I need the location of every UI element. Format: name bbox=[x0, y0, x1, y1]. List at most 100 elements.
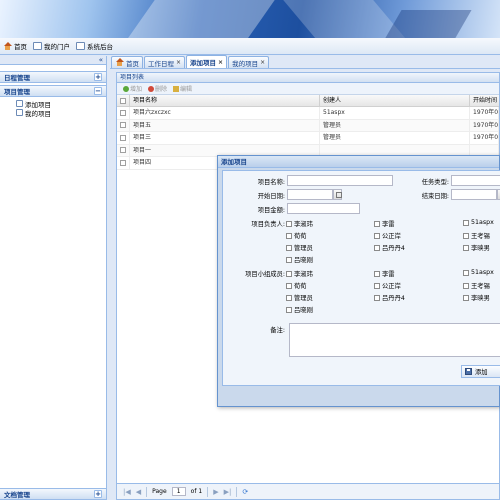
column-header-start[interactable]: 开始时间 bbox=[470, 95, 499, 106]
nav-home[interactable]: 首页 bbox=[3, 41, 27, 51]
close-icon[interactable]: × bbox=[218, 59, 223, 66]
team-checkbox[interactable]: 荀荀 bbox=[286, 281, 307, 290]
accordion-documents[interactable]: 文档管理 + bbox=[0, 488, 106, 500]
collapse-icon[interactable]: − bbox=[94, 87, 102, 95]
leader-checkbox[interactable]: 荀荀 bbox=[286, 231, 307, 240]
table-row[interactable]: 项目六zxczxc 51aspx 1970年01 bbox=[117, 107, 499, 120]
cell-name: 项目三 bbox=[130, 132, 320, 144]
close-icon[interactable]: × bbox=[260, 59, 265, 66]
toolbar-separator bbox=[146, 486, 148, 497]
toolbar-separator bbox=[236, 486, 238, 497]
checkbox-label: 51aspx bbox=[471, 269, 494, 276]
checkbox-label: 公正岸 bbox=[382, 283, 401, 290]
nav-admin[interactable]: 系统后台 bbox=[76, 41, 113, 51]
select-all-checkbox[interactable] bbox=[117, 95, 130, 106]
last-page-icon[interactable]: ▶| bbox=[224, 488, 232, 496]
leader-checkbox[interactable]: 吕晓刚 bbox=[286, 255, 313, 264]
next-page-icon[interactable]: ▶ bbox=[213, 488, 218, 496]
leader-checkbox[interactable]: 管理员 bbox=[286, 243, 313, 252]
end-date-input[interactable] bbox=[451, 189, 497, 200]
tab-home[interactable]: 首页 bbox=[111, 56, 143, 68]
tab-label: 我的项目 bbox=[232, 59, 259, 68]
row-checkbox[interactable] bbox=[117, 132, 130, 144]
team-checkbox[interactable]: 李淑玮 bbox=[286, 269, 313, 278]
column-header-name[interactable]: 项目名称 bbox=[130, 95, 320, 106]
tab-label: 首页 bbox=[126, 59, 139, 68]
accordion-schedule-title: 日程管理 bbox=[4, 74, 30, 82]
expand-icon[interactable]: + bbox=[94, 490, 102, 498]
leader-checkbox[interactable]: 王考锡 bbox=[463, 231, 490, 240]
row-checkbox[interactable] bbox=[117, 107, 130, 119]
delete-button[interactable]: 删除 bbox=[148, 84, 167, 93]
team-checkbox[interactable]: 公正岸 bbox=[374, 281, 401, 290]
nav-portal-label: 我的门户 bbox=[44, 43, 70, 51]
cell-creator: 管理员 bbox=[320, 119, 470, 131]
collapse-arrow-icon[interactable]: « bbox=[99, 56, 103, 65]
remark-label: 备注: bbox=[270, 327, 285, 334]
leader-checkbox[interactable]: 李雷 bbox=[374, 219, 395, 228]
leader-checkbox[interactable]: 李映男 bbox=[463, 243, 490, 252]
expand-icon[interactable]: + bbox=[94, 73, 102, 81]
team-checkbox[interactable]: 管理员 bbox=[286, 293, 313, 302]
project-name-input[interactable] bbox=[287, 175, 393, 186]
checkbox-label: 王考锡 bbox=[471, 233, 490, 240]
paging-toolbar: |◀ ◀ Page of 1 ▶ ▶| ⟳ bbox=[117, 483, 499, 499]
checkbox-label: 李雷 bbox=[382, 271, 395, 278]
leader-checkbox[interactable]: 51aspx bbox=[463, 219, 494, 226]
save-icon bbox=[465, 368, 472, 375]
task-type-select[interactable] bbox=[451, 175, 500, 186]
page-number-input[interactable] bbox=[171, 487, 186, 496]
submit-add-button[interactable]: 添加 bbox=[461, 365, 500, 378]
tab-my-projects[interactable]: 我的项目 × bbox=[228, 56, 270, 68]
table-row[interactable]: 项目三 管理员 1970年01 bbox=[117, 132, 499, 145]
row-checkbox[interactable] bbox=[117, 157, 130, 169]
calendar-icon[interactable] bbox=[333, 189, 342, 200]
accordion-project-title: 项目管理 bbox=[4, 88, 30, 96]
grid-header: 项目名称 创建人 开始时间 bbox=[117, 95, 499, 107]
task-type-label: 任务类型: bbox=[421, 179, 449, 186]
tree-item-label: 我的项目 bbox=[25, 109, 51, 118]
column-header-creator[interactable]: 创建人 bbox=[320, 95, 470, 106]
team-checkbox[interactable]: 李雷 bbox=[374, 269, 395, 278]
delete-icon bbox=[148, 85, 155, 92]
dialog-title[interactable]: 添加项目 bbox=[218, 156, 499, 168]
row-checkbox[interactable] bbox=[117, 119, 130, 131]
leader-checkbox[interactable]: 李淑玮 bbox=[286, 219, 313, 228]
team-checkbox[interactable]: 吕晓刚 bbox=[286, 305, 313, 314]
delete-label: 删除 bbox=[155, 86, 168, 93]
team-checkbox[interactable]: 王考锡 bbox=[463, 281, 490, 290]
cell-creator: 51aspx bbox=[320, 107, 470, 119]
table-row[interactable]: 项目五 管理员 1970年01 bbox=[117, 119, 499, 132]
cell-name: 项目五 bbox=[130, 119, 320, 131]
first-page-icon[interactable]: |◀ bbox=[123, 488, 131, 496]
accordion-documents-title: 文档管理 bbox=[4, 491, 30, 499]
accordion-schedule[interactable]: 日程管理 + bbox=[0, 71, 106, 83]
team-checkbox[interactable]: 吕丹丹4 bbox=[374, 293, 405, 302]
tree-item-my-projects[interactable]: 我的项目 bbox=[16, 108, 106, 118]
team-checkbox[interactable]: 李映男 bbox=[463, 293, 490, 302]
amount-input[interactable] bbox=[287, 203, 360, 214]
edit-button[interactable]: 编辑 bbox=[173, 84, 192, 93]
accordion-project[interactable]: 项目管理 − bbox=[0, 85, 106, 97]
cell-creator: 管理员 bbox=[320, 132, 470, 144]
start-date-input[interactable] bbox=[287, 189, 333, 200]
row-checkbox[interactable] bbox=[117, 144, 130, 156]
cell-start: 1970年01 bbox=[470, 107, 499, 119]
team-checkbox[interactable]: 51aspx bbox=[463, 269, 494, 276]
tab-schedule[interactable]: 工作日程 × bbox=[144, 56, 186, 68]
nav-home-label: 首页 bbox=[14, 43, 27, 51]
leader-checkbox[interactable]: 吕丹丹4 bbox=[374, 243, 405, 252]
nav-portal[interactable]: 我的门户 bbox=[33, 41, 70, 51]
close-icon[interactable]: × bbox=[176, 59, 181, 66]
admin-icon bbox=[76, 42, 85, 50]
checkbox-label: 吕晓刚 bbox=[294, 307, 313, 314]
remark-textarea[interactable] bbox=[289, 323, 500, 357]
portal-icon bbox=[33, 42, 42, 50]
tab-add-project[interactable]: 添加项目 × bbox=[186, 55, 228, 68]
tree-item-icon bbox=[16, 100, 23, 107]
add-button[interactable]: 增加 bbox=[123, 84, 142, 93]
checkbox-label: 李淑玮 bbox=[294, 271, 313, 278]
leader-checkbox[interactable]: 公正岸 bbox=[374, 231, 401, 240]
refresh-icon[interactable]: ⟳ bbox=[242, 488, 248, 496]
prev-page-icon[interactable]: ◀ bbox=[136, 488, 141, 496]
